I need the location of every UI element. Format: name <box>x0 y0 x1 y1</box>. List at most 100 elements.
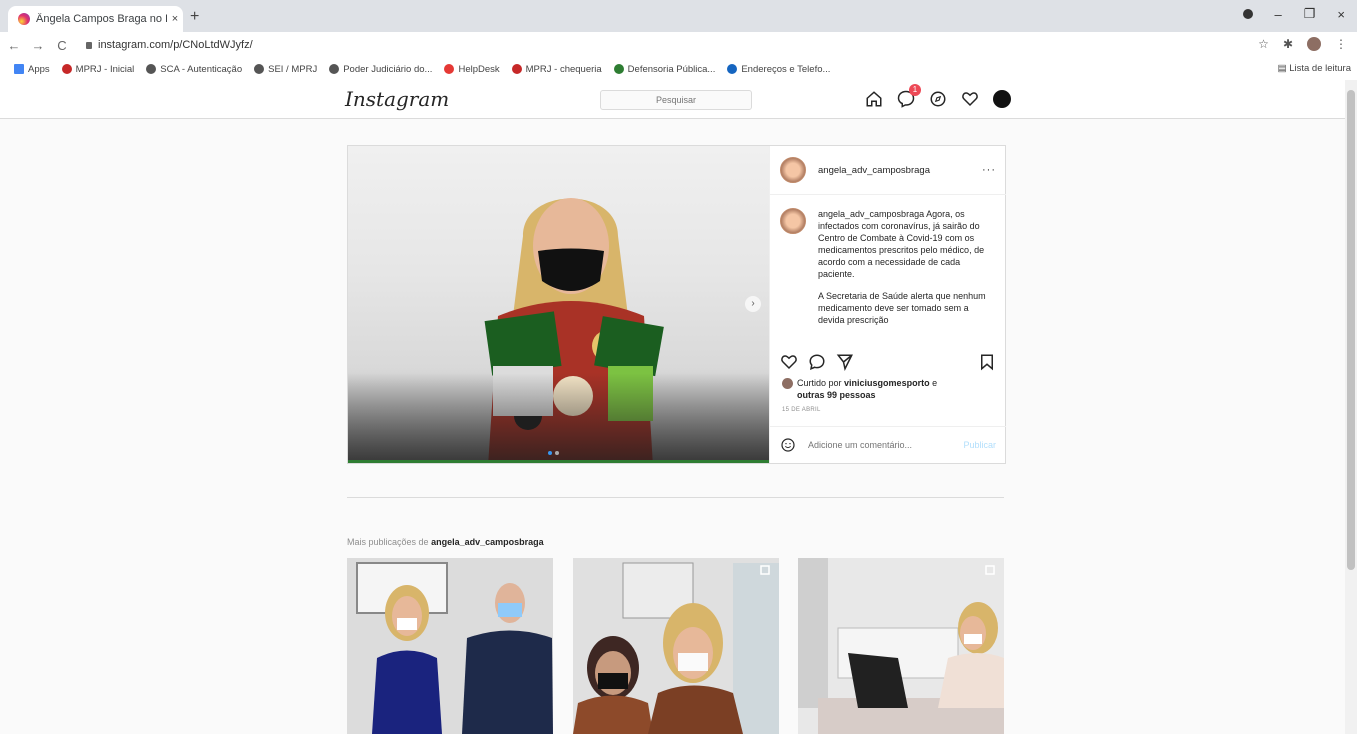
bookmark-item[interactable]: MPRJ - chequeria <box>511 64 602 75</box>
browser-menu-icon[interactable]: ⋮ <box>1335 37 1347 51</box>
more-posts-prefix: Mais publicações de <box>347 537 429 547</box>
url-text: instagram.com/p/CNoLtdWJyfz/ <box>98 39 253 51</box>
carousel-dot <box>555 451 559 455</box>
more-posts-title: Mais publicações de angela_adv_camposbra… <box>347 537 544 547</box>
tab-bar: Ângela Campos Braga no Instag × + – ❐ × <box>0 0 1357 32</box>
liker-avatar[interactable] <box>782 378 793 389</box>
caption-username[interactable]: angela_adv_camposbraga <box>818 209 924 219</box>
more-posts-username[interactable]: angela_adv_camposbraga <box>431 537 544 547</box>
likes-prefix: Curtido por <box>797 378 842 388</box>
likes-and: e <box>932 378 938 388</box>
bookmark-favicon-icon <box>727 64 738 74</box>
post-card: › angela_adv_camposbraga ··· angela_adv_… <box>347 145 1006 464</box>
carousel-next-button[interactable]: › <box>745 296 761 312</box>
caption-avatar[interactable] <box>780 208 806 234</box>
caption-paragraph: A Secretaria de Saúde alerta que nenhum … <box>818 291 986 325</box>
search-input[interactable] <box>624 94 728 106</box>
bookmark-item[interactable]: Apps <box>14 64 50 75</box>
maximize-button[interactable]: ❐ <box>1304 6 1316 22</box>
like-heart-icon[interactable] <box>780 353 798 371</box>
caption-paragraph: angela_adv_camposbraga Agora, os infecta… <box>818 208 996 280</box>
thumbnail-image <box>573 558 779 734</box>
bookmark-label: Apps <box>28 63 50 75</box>
liker-username[interactable]: viniciusgomesporto <box>844 378 930 388</box>
minimize-button[interactable]: – <box>1275 7 1282 22</box>
more-post-thumbnail[interactable] <box>573 558 779 734</box>
instagram-favicon-icon <box>18 13 30 25</box>
bookmark-item[interactable]: SCA - Autenticação <box>146 64 242 75</box>
address-bar-row: ← → C instagram.com/p/CNoLtdWJyfz/ ☆ ✱ ⋮ <box>0 32 1357 58</box>
comment-input[interactable] <box>806 439 964 451</box>
reload-button[interactable]: C <box>52 38 72 53</box>
home-icon[interactable] <box>865 90 883 108</box>
tab-close-icon[interactable]: × <box>167 13 183 25</box>
instagram-logo[interactable]: Instagram <box>345 87 449 111</box>
more-options-icon[interactable]: ··· <box>982 164 996 176</box>
profile-avatar-icon[interactable] <box>1307 37 1321 51</box>
bookmark-favicon-icon <box>511 64 522 74</box>
bookmark-item[interactable]: Defensoria Pública... <box>613 63 716 75</box>
author-avatar[interactable] <box>780 157 806 183</box>
bookmark-item[interactable]: HelpDesk <box>444 63 500 75</box>
bookmark-label: Defensoria Pública... <box>627 63 716 75</box>
carousel-indicator <box>548 451 559 455</box>
more-post-thumbnail[interactable] <box>798 558 1004 734</box>
back-button[interactable]: ← <box>4 38 24 53</box>
browser-chrome: Ângela Campos Braga no Instag × + – ❐ × … <box>0 0 1357 81</box>
photo-shadow <box>348 373 769 463</box>
bookmark-star-icon[interactable]: ☆ <box>1258 37 1269 51</box>
tab-title: Ângela Campos Braga no Instag <box>36 13 167 25</box>
thumbnail-image <box>798 558 1004 734</box>
new-tab-button[interactable]: + <box>190 8 199 26</box>
likes-summary: Curtido por viniciusgomesporto e outras … <box>782 377 937 401</box>
explore-compass-icon[interactable] <box>929 90 947 108</box>
likes-others-link[interactable]: outras 99 pessoas <box>797 390 876 400</box>
browser-profile-icon[interactable] <box>1242 9 1253 19</box>
browser-tab[interactable]: Ângela Campos Braga no Instag × <box>8 6 183 32</box>
lock-icon <box>86 41 92 49</box>
reading-list-button[interactable]: ▤ Lista de leitura <box>1278 63 1351 74</box>
author-username[interactable]: angela_adv_camposbraga <box>818 165 982 176</box>
messages-button[interactable]: 1 <box>897 84 921 108</box>
thumbnail-image <box>347 558 553 734</box>
carousel-dot <box>548 451 552 455</box>
bookmark-favicon-icon <box>444 64 455 74</box>
comment-bubble-icon[interactable] <box>808 353 826 371</box>
extensions-icon[interactable]: ✱ <box>1283 37 1293 51</box>
emoji-icon[interactable] <box>780 437 796 453</box>
publish-button[interactable]: Publicar <box>963 440 996 450</box>
page-scrollbar[interactable] <box>1345 80 1357 734</box>
bookmark-favicon-icon <box>61 64 72 74</box>
comment-form: Publicar <box>770 426 1006 463</box>
bookmark-label: SEI / MPRJ <box>268 63 318 75</box>
post-caption: angela_adv_camposbraga Agora, os infecta… <box>780 208 996 340</box>
scrollbar-thumb[interactable] <box>1347 90 1355 570</box>
bookmark-item[interactable]: Poder Judiciário do... <box>329 64 432 75</box>
url-field[interactable]: instagram.com/p/CNoLtdWJyfz/ <box>86 39 253 51</box>
bookmark-label: HelpDesk <box>458 63 500 75</box>
reading-list-label: Lista de leitura <box>1289 63 1351 74</box>
bookmark-label: MPRJ - Inicial <box>75 63 135 75</box>
forward-button[interactable]: → <box>28 38 48 53</box>
post-actions <box>780 353 996 371</box>
more-post-thumbnail[interactable] <box>347 558 553 734</box>
nav-icons: 1 <box>865 84 1011 108</box>
photo-bottom-stripe <box>348 460 769 463</box>
post-date[interactable]: 15 DE ABRIL <box>782 407 821 413</box>
share-send-icon[interactable] <box>836 353 854 371</box>
caption-text: angela_adv_camposbraga Agora, os infecta… <box>818 208 996 340</box>
profile-avatar[interactable] <box>993 90 1011 108</box>
activity-heart-icon[interactable] <box>961 90 979 108</box>
close-window-button[interactable]: × <box>1337 7 1345 22</box>
notification-badge: 1 <box>909 84 921 96</box>
bookmark-item[interactable]: Endereços e Telefo... <box>727 64 830 75</box>
bookmark-item[interactable]: SEI / MPRJ <box>254 64 317 75</box>
post-photo[interactable]: › <box>348 146 769 463</box>
post-side-panel: angela_adv_camposbraga ··· angela_adv_ca… <box>769 146 1006 463</box>
bookmark-favicon-icon <box>254 64 265 74</box>
bookmark-item[interactable]: MPRJ - Inicial <box>61 63 135 75</box>
address-bar-actions: ☆ ✱ ⋮ <box>1258 37 1347 51</box>
save-bookmark-icon[interactable] <box>978 353 996 371</box>
bookmark-label: Poder Judiciário do... <box>343 63 433 75</box>
search-box[interactable] <box>600 90 752 110</box>
